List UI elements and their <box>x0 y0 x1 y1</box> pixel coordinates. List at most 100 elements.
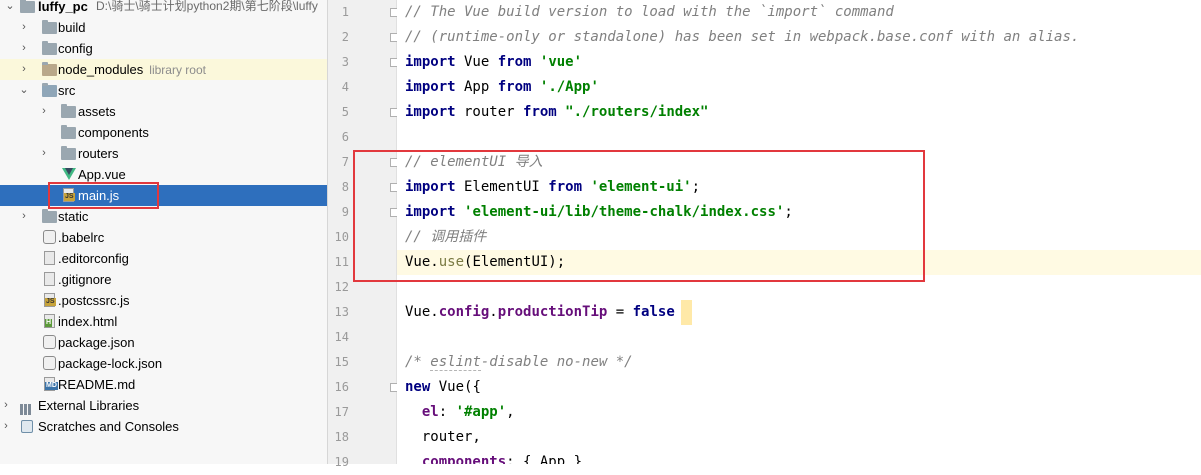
code-editor[interactable]: // The Vue build version to load with th… <box>397 0 1201 464</box>
tree-item-label: package-lock.json <box>58 356 163 371</box>
js-file-icon: JS <box>61 188 77 203</box>
code-line-5: import router from "./routers/index" <box>405 104 709 120</box>
tree-item-readme[interactable]: MD README.md <box>0 374 327 395</box>
tree-item-root[interactable]: ⌄ luffy_pc D:\骑士\骑士计划python2期\第七阶段\luffy <box>0 0 327 17</box>
tree-item-editorconfig[interactable]: .editorconfig <box>0 248 327 269</box>
tree-item-label: routers <box>78 146 119 161</box>
text-file-icon <box>42 251 58 266</box>
tree-item-scratches[interactable]: › Scratches and Consoles <box>0 416 327 437</box>
tree-item-label: main.js <box>78 188 120 203</box>
chevron-right-icon[interactable]: › <box>38 143 50 164</box>
line-number-gutter: 1 2 3 4 5 6 7 8 9 10 11 12 13 14 15 16 1… <box>328 0 399 469</box>
tree-item-label: index.html <box>58 314 118 329</box>
tree-item-package-lock-json[interactable]: package-lock.json <box>0 353 327 374</box>
line-number: 3 <box>341 55 349 69</box>
line-number: 1 <box>341 5 349 19</box>
library-icon <box>20 398 36 415</box>
line-number: 7 <box>341 155 349 169</box>
tree-item-label: src <box>58 83 76 98</box>
tree-item-label: static <box>58 209 89 224</box>
tree-item-label: App.vue <box>78 167 126 182</box>
config-file-icon <box>42 230 58 245</box>
code-line-7: // elementUI 导入 <box>405 154 543 170</box>
tree-item-label: components <box>78 125 149 140</box>
text-file-icon <box>42 272 58 287</box>
line-number: 15 <box>334 355 349 369</box>
line-number: 13 <box>334 305 349 319</box>
js-file-icon: JS <box>42 293 58 308</box>
tree-root-label: luffy_pc <box>38 0 88 14</box>
tree-item-routers[interactable]: › routers <box>0 143 327 164</box>
line-number: 17 <box>334 405 349 419</box>
line-number: 12 <box>334 280 349 294</box>
chevron-right-icon[interactable]: › <box>18 59 30 80</box>
line-number: 14 <box>334 330 349 344</box>
tree-item-config[interactable]: › config <box>0 38 327 59</box>
tree-root-path: D:\骑士\骑士计划python2期\第七阶段\luffy <box>96 0 318 13</box>
folder-icon <box>42 41 58 56</box>
code-line-2: // (runtime-only or standalone) has been… <box>405 29 1080 45</box>
vue-file-icon <box>61 167 77 182</box>
tree-item-label: package.json <box>58 335 135 350</box>
chevron-right-icon[interactable]: › <box>18 17 30 38</box>
tree-item-assets[interactable]: › assets <box>0 101 327 122</box>
line-number: 11 <box>334 255 349 269</box>
code-line-13: Vue.config.productionTip = false <box>405 304 675 320</box>
tree-item-label: .postcssrc.js <box>58 293 130 308</box>
chevron-right-icon[interactable]: › <box>18 206 30 227</box>
code-line-19: components: { App } <box>421 454 583 464</box>
line-number: 16 <box>334 380 349 394</box>
folder-icon <box>42 209 58 224</box>
chevron-down-icon[interactable]: ⌄ <box>18 80 30 101</box>
tree-item-label: External Libraries <box>38 398 140 413</box>
tree-item-postcssrc[interactable]: JS .postcssrc.js <box>0 290 327 311</box>
project-tree-panel: ⌄ luffy_pc D:\骑士\骑士计划python2期\第七阶段\luffy… <box>0 0 328 464</box>
tree-item-label: .editorconfig <box>58 251 129 266</box>
tree-item-index-html[interactable]: H index.html <box>0 311 327 332</box>
markdown-file-icon: MD <box>42 377 58 392</box>
chevron-down-icon[interactable]: ⌄ <box>4 0 16 17</box>
scratch-icon <box>20 419 36 434</box>
tree-item-babelrc[interactable]: .babelrc <box>0 227 327 248</box>
html-file-icon: H <box>42 314 58 329</box>
tree-item-label: .babelrc <box>58 230 105 245</box>
code-line-9: import 'element-ui/lib/theme-chalk/index… <box>405 204 793 220</box>
tree-item-package-json[interactable]: package.json <box>0 332 327 353</box>
folder-icon <box>20 0 36 14</box>
tree-item-node-modules[interactable]: › node_modules library root <box>0 59 327 80</box>
folder-icon <box>61 104 77 119</box>
tree-item-components[interactable]: components <box>0 122 327 143</box>
chevron-right-icon[interactable]: › <box>0 395 12 416</box>
tree-item-label: build <box>58 20 86 35</box>
tree-item-external-libraries[interactable]: › External Libraries <box>0 395 327 416</box>
code-line-1: // The Vue build version to load with th… <box>405 4 894 20</box>
tree-item-build[interactable]: › build <box>0 17 327 38</box>
tree-item-label: node_modules library root <box>58 62 206 77</box>
tree-item-src[interactable]: ⌄ src <box>0 80 327 101</box>
line-number: 10 <box>334 230 349 244</box>
tree-item-label: config <box>58 41 93 56</box>
folder-icon <box>42 20 58 35</box>
tree-item-app-vue[interactable]: App.vue <box>0 164 327 185</box>
config-file-icon <box>42 335 58 350</box>
library-root-tag: library root <box>149 63 206 77</box>
code-line-17: el: '#app', <box>421 404 515 420</box>
code-line-3: import Vue from 'vue' <box>405 54 583 70</box>
code-line-16: new Vue({ <box>405 379 481 395</box>
code-line-11: Vue.use(ElementUI); <box>405 254 566 270</box>
tree-item-main-js[interactable]: JS main.js <box>0 185 327 206</box>
code-line-4: import App from './App' <box>405 79 599 95</box>
folder-icon <box>61 146 77 161</box>
code-line-15: /* eslint-disable no-new */ <box>405 354 633 371</box>
line-number: 4 <box>341 80 349 94</box>
tree-item-static[interactable]: › static <box>0 206 327 227</box>
line-number: 19 <box>334 455 349 469</box>
chevron-right-icon[interactable]: › <box>38 101 50 122</box>
line-number: 18 <box>334 430 349 444</box>
tree-item-gitignore[interactable]: .gitignore <box>0 269 327 290</box>
text-cursor <box>681 300 692 325</box>
folder-icon <box>61 125 77 140</box>
chevron-right-icon[interactable]: › <box>18 38 30 59</box>
tree-item-label: assets <box>78 104 116 119</box>
chevron-right-icon[interactable]: › <box>0 416 12 437</box>
